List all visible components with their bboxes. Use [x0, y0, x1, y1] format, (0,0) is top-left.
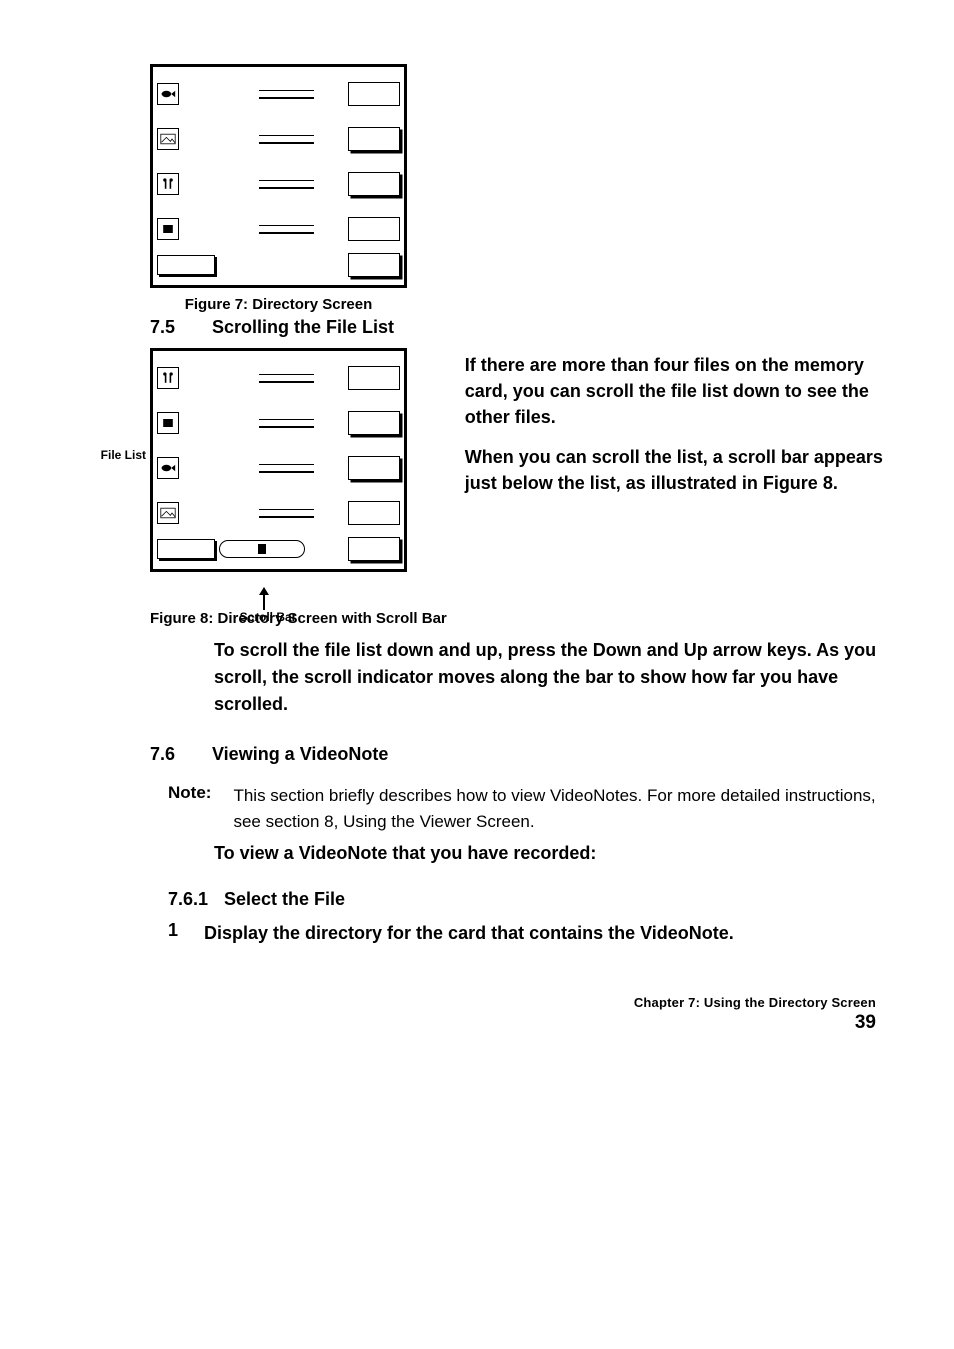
- paragraph: When you can scroll the list, a scroll b…: [465, 444, 884, 496]
- note-icon: [157, 412, 179, 434]
- image-icon: [157, 502, 179, 524]
- scroll-indicator: [258, 544, 266, 554]
- row-button[interactable]: [348, 501, 400, 525]
- row-button[interactable]: [348, 253, 400, 277]
- note-body: This section briefly describes how to vi…: [233, 783, 884, 834]
- figure-caption: Figure 7: Directory Screen: [150, 288, 407, 317]
- note-icon: [157, 218, 179, 240]
- row-button[interactable]: [348, 456, 400, 480]
- chapter-footer: Chapter 7: Using the Directory Screen: [70, 995, 876, 1010]
- bottom-button[interactable]: [157, 539, 215, 559]
- row-button[interactable]: [348, 366, 400, 390]
- paragraph: If there are more than four files on the…: [465, 352, 884, 430]
- directory-screen-2: [150, 348, 407, 572]
- audio-icon: [157, 367, 179, 389]
- row-button[interactable]: [348, 537, 400, 561]
- audio-icon: [157, 173, 179, 195]
- section-title: 7.5Scrolling the File List: [150, 317, 884, 338]
- row-button[interactable]: [348, 82, 400, 106]
- paragraph: To view a VideoNote that you have record…: [214, 840, 884, 867]
- image-icon: [157, 128, 179, 150]
- scroll-bar[interactable]: [219, 540, 305, 558]
- row-button[interactable]: [348, 127, 400, 151]
- video-icon: [157, 83, 179, 105]
- paragraph: To scroll the file list down and up, pre…: [214, 637, 884, 718]
- section-title: 7.6Viewing a VideoNote: [150, 744, 884, 765]
- arrow-icon: [263, 588, 265, 610]
- subsection-title: 7.6.1Select the File: [168, 889, 884, 910]
- row-button[interactable]: [348, 411, 400, 435]
- directory-screen-1: [150, 64, 407, 288]
- row-button[interactable]: [348, 172, 400, 196]
- bottom-button[interactable]: [157, 255, 215, 275]
- video-icon: [157, 457, 179, 479]
- file-list-label: File List: [100, 448, 146, 462]
- step-number: 1: [168, 920, 190, 947]
- scrollbar-annotation: Scroll Bar: [223, 610, 313, 624]
- page-number: 39: [70, 1012, 876, 1034]
- step-text: Display the directory for the card that …: [204, 920, 884, 947]
- note-head: Note:: [168, 783, 211, 803]
- row-button[interactable]: [348, 217, 400, 241]
